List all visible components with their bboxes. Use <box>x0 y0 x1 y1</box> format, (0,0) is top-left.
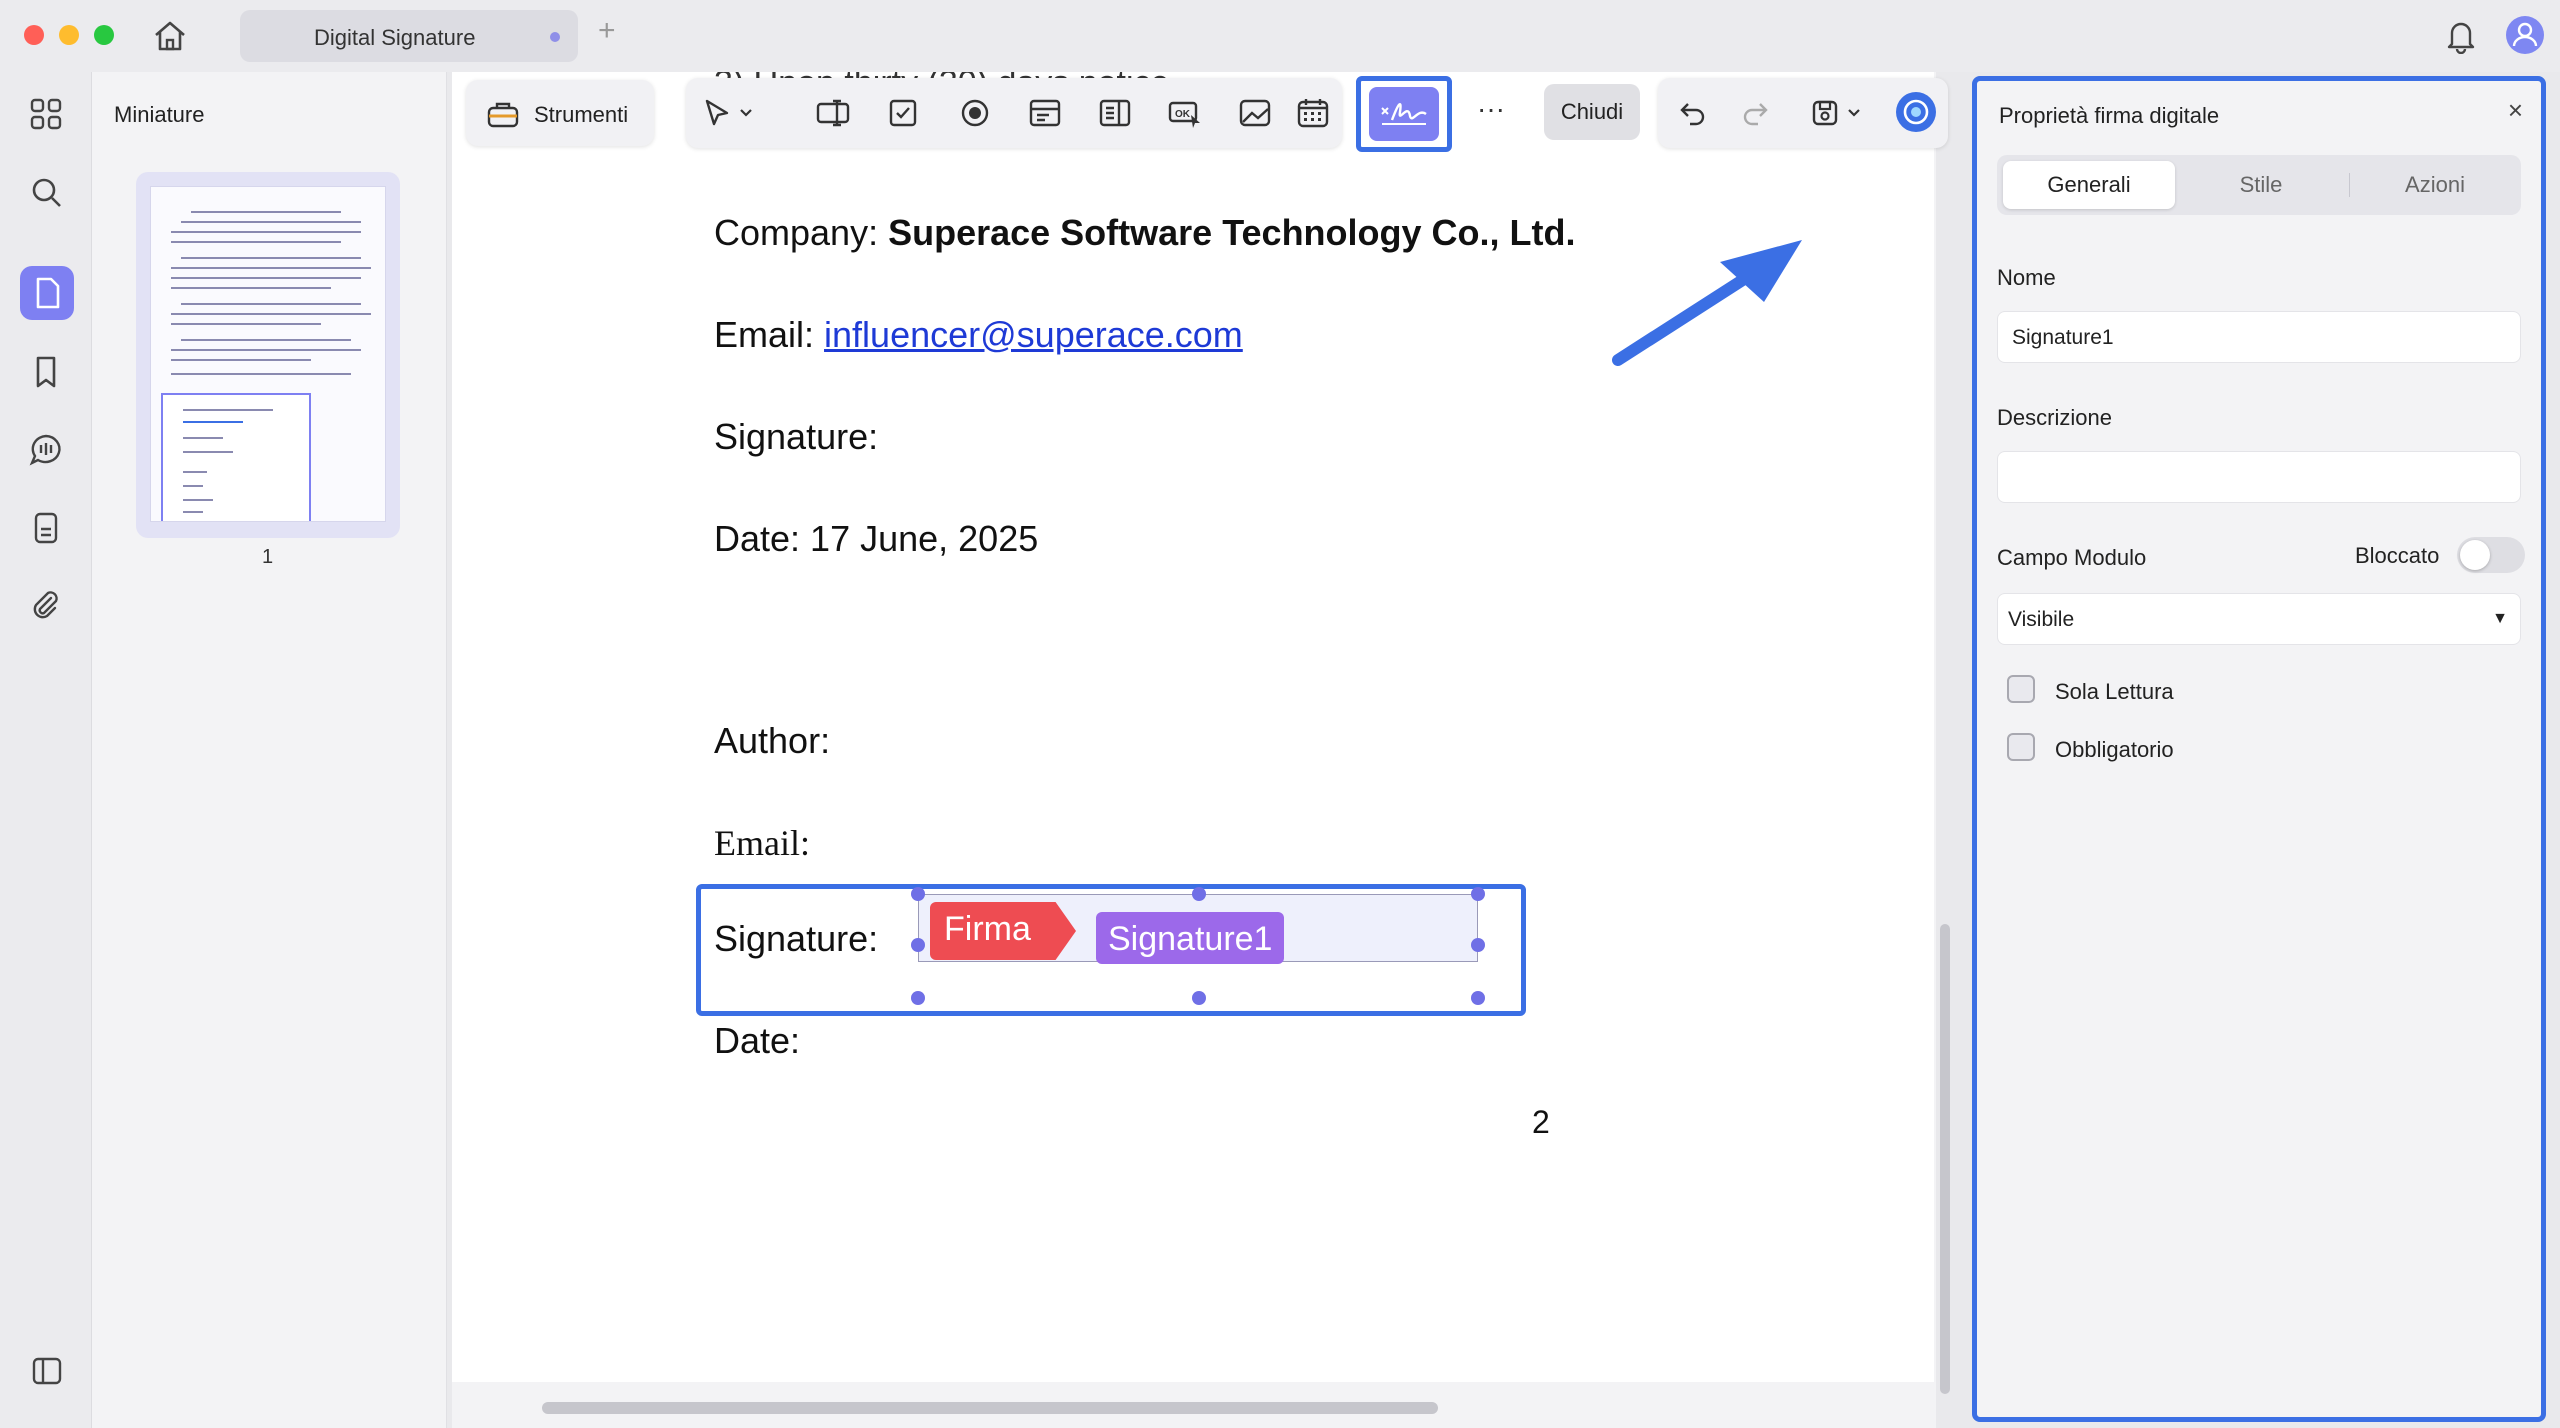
resize-handle[interactable] <box>1471 887 1485 901</box>
properties-tabs: Generali Stile Azioni <box>1997 155 2521 215</box>
panel-title: Proprietà firma digitale <box>1999 103 2220 128</box>
signature-label-1: Signature: <box>714 416 879 457</box>
resize-handle[interactable] <box>1192 887 1206 901</box>
comment-icon[interactable] <box>26 430 66 470</box>
search-icon[interactable] <box>26 172 66 212</box>
document-page: 3) Upon thirty (30) days notice Company:… <box>452 72 1934 1382</box>
dropdown-arrow-icon: ▼ <box>2492 610 2508 627</box>
signature-pen-icon <box>1369 87 1439 141</box>
resize-handle[interactable] <box>911 887 925 901</box>
document-tab-title: Digital Signature <box>314 25 476 50</box>
date-label-2: Date: <box>714 1020 801 1061</box>
signature-label-2: Signature: <box>714 918 879 959</box>
home-icon[interactable] <box>150 18 190 54</box>
readonly-checkbox[interactable] <box>2007 675 2035 703</box>
email-label-2: Email: <box>714 823 810 863</box>
document-tab[interactable]: Digital Signature <box>240 10 578 62</box>
required-label: Obbligatorio <box>2055 737 2174 762</box>
form-field-label: Campo Modulo <box>1997 545 2147 570</box>
user-avatar[interactable] <box>2506 16 2544 54</box>
field-type-tag: Firma <box>930 902 1076 960</box>
unsaved-dot-icon <box>550 32 560 42</box>
thumbnail-panel-title: Miniature <box>114 102 205 127</box>
thumbnail-selected-region <box>161 393 311 521</box>
digital-signature-tool-button[interactable] <box>1356 76 1452 152</box>
name-input-value: Signature1 <box>2012 326 2114 349</box>
radio-button-icon[interactable] <box>954 92 996 134</box>
svg-text:OK: OK <box>1175 109 1191 120</box>
pages-icon[interactable] <box>20 266 74 320</box>
checkbox-icon[interactable] <box>882 92 924 134</box>
tab-stile[interactable]: Stile <box>2175 161 2347 209</box>
thumbnail-page-preview <box>150 186 386 522</box>
combo-box-icon[interactable] <box>1024 92 1066 134</box>
toggle-knob <box>2460 540 2490 570</box>
required-checkbox[interactable] <box>2007 733 2035 761</box>
signature-properties-panel: Proprietà firma digitale × Generali Stil… <box>1972 76 2546 1422</box>
save-icon[interactable] <box>1804 92 1846 134</box>
thumbnail-page-number: 1 <box>262 546 274 568</box>
name-input[interactable]: Signature1 <box>1997 311 2521 363</box>
horizontal-scrollbar[interactable] <box>542 1402 1438 1414</box>
description-label: Descrizione <box>1997 405 2112 430</box>
ai-assistant-icon[interactable] <box>1896 92 1936 132</box>
date-line: Date: 17 June, 2025 <box>714 518 1039 559</box>
apps-grid-icon[interactable] <box>26 94 66 134</box>
chevron-down-icon[interactable] <box>1842 92 1866 134</box>
minimize-window-button[interactable] <box>59 25 79 45</box>
locked-label: Bloccato <box>2355 543 2440 568</box>
company-label: Company: <box>714 212 889 253</box>
readonly-label: Sola Lettura <box>2055 679 2174 704</box>
tab-azioni[interactable]: Azioni <box>2349 161 2521 209</box>
description-input[interactable] <box>1997 451 2521 503</box>
close-window-button[interactable] <box>24 25 44 45</box>
name-label: Nome <box>1997 265 2056 290</box>
tools-button[interactable]: Strumenti <box>466 80 654 146</box>
email-label: Email: <box>714 314 825 355</box>
vertical-scrollbar[interactable] <box>1940 924 1950 1394</box>
date-field-icon[interactable] <box>1292 92 1334 134</box>
form-pages-icon[interactable] <box>26 508 66 548</box>
attachment-icon[interactable] <box>26 586 66 626</box>
tab-generali[interactable]: Generali <box>2003 161 2175 209</box>
left-icon-rail <box>0 72 92 1428</box>
title-bar: Digital Signature + <box>0 0 2560 72</box>
sidebar-toggle-icon[interactable] <box>30 1354 64 1388</box>
bookmark-icon[interactable] <box>26 352 66 392</box>
page-number: 2 <box>1532 1104 1550 1140</box>
page-thumbnail[interactable] <box>136 172 400 538</box>
resize-handle[interactable] <box>911 938 925 952</box>
locked-toggle[interactable] <box>2457 537 2525 573</box>
tools-label: Strumenti <box>534 102 629 127</box>
thumbnail-panel: Miniature 1 <box>92 72 447 1428</box>
toolbox-icon <box>487 102 519 128</box>
visibility-select[interactable]: Visibile ▼ <box>1997 593 2521 645</box>
author-label: Author: <box>714 720 831 761</box>
document-viewport: 3) Upon thirty (30) days notice Company:… <box>452 72 1950 1428</box>
zoom-window-button[interactable] <box>94 25 114 45</box>
close-form-editing-button[interactable]: Chiudi <box>1544 84 1640 140</box>
select-arrow-icon[interactable] <box>696 92 738 134</box>
new-tab-button[interactable]: + <box>598 14 616 48</box>
resize-handle[interactable] <box>911 991 925 1005</box>
button-field-icon[interactable]: OK <box>1164 92 1206 134</box>
image-field-icon[interactable] <box>1234 92 1276 134</box>
close-icon[interactable]: × <box>2508 95 2523 126</box>
resize-handle[interactable] <box>1192 991 1206 1005</box>
form-tools-group: OK <box>686 78 1342 148</box>
resize-handle[interactable] <box>1471 991 1485 1005</box>
undo-icon[interactable] <box>1672 92 1714 134</box>
resize-handle[interactable] <box>1471 938 1485 952</box>
arrow-annotation <box>1612 240 1802 366</box>
redo-icon[interactable] <box>1734 92 1776 134</box>
bell-icon[interactable] <box>2444 18 2478 55</box>
more-options-icon[interactable]: ··· <box>1470 88 1512 130</box>
text-field-icon[interactable] <box>812 92 854 134</box>
field-name-badge: Signature1 <box>1096 912 1285 964</box>
visibility-value: Visibile <box>2008 608 2075 631</box>
list-box-icon[interactable] <box>1094 92 1136 134</box>
chevron-down-icon[interactable] <box>734 92 758 134</box>
